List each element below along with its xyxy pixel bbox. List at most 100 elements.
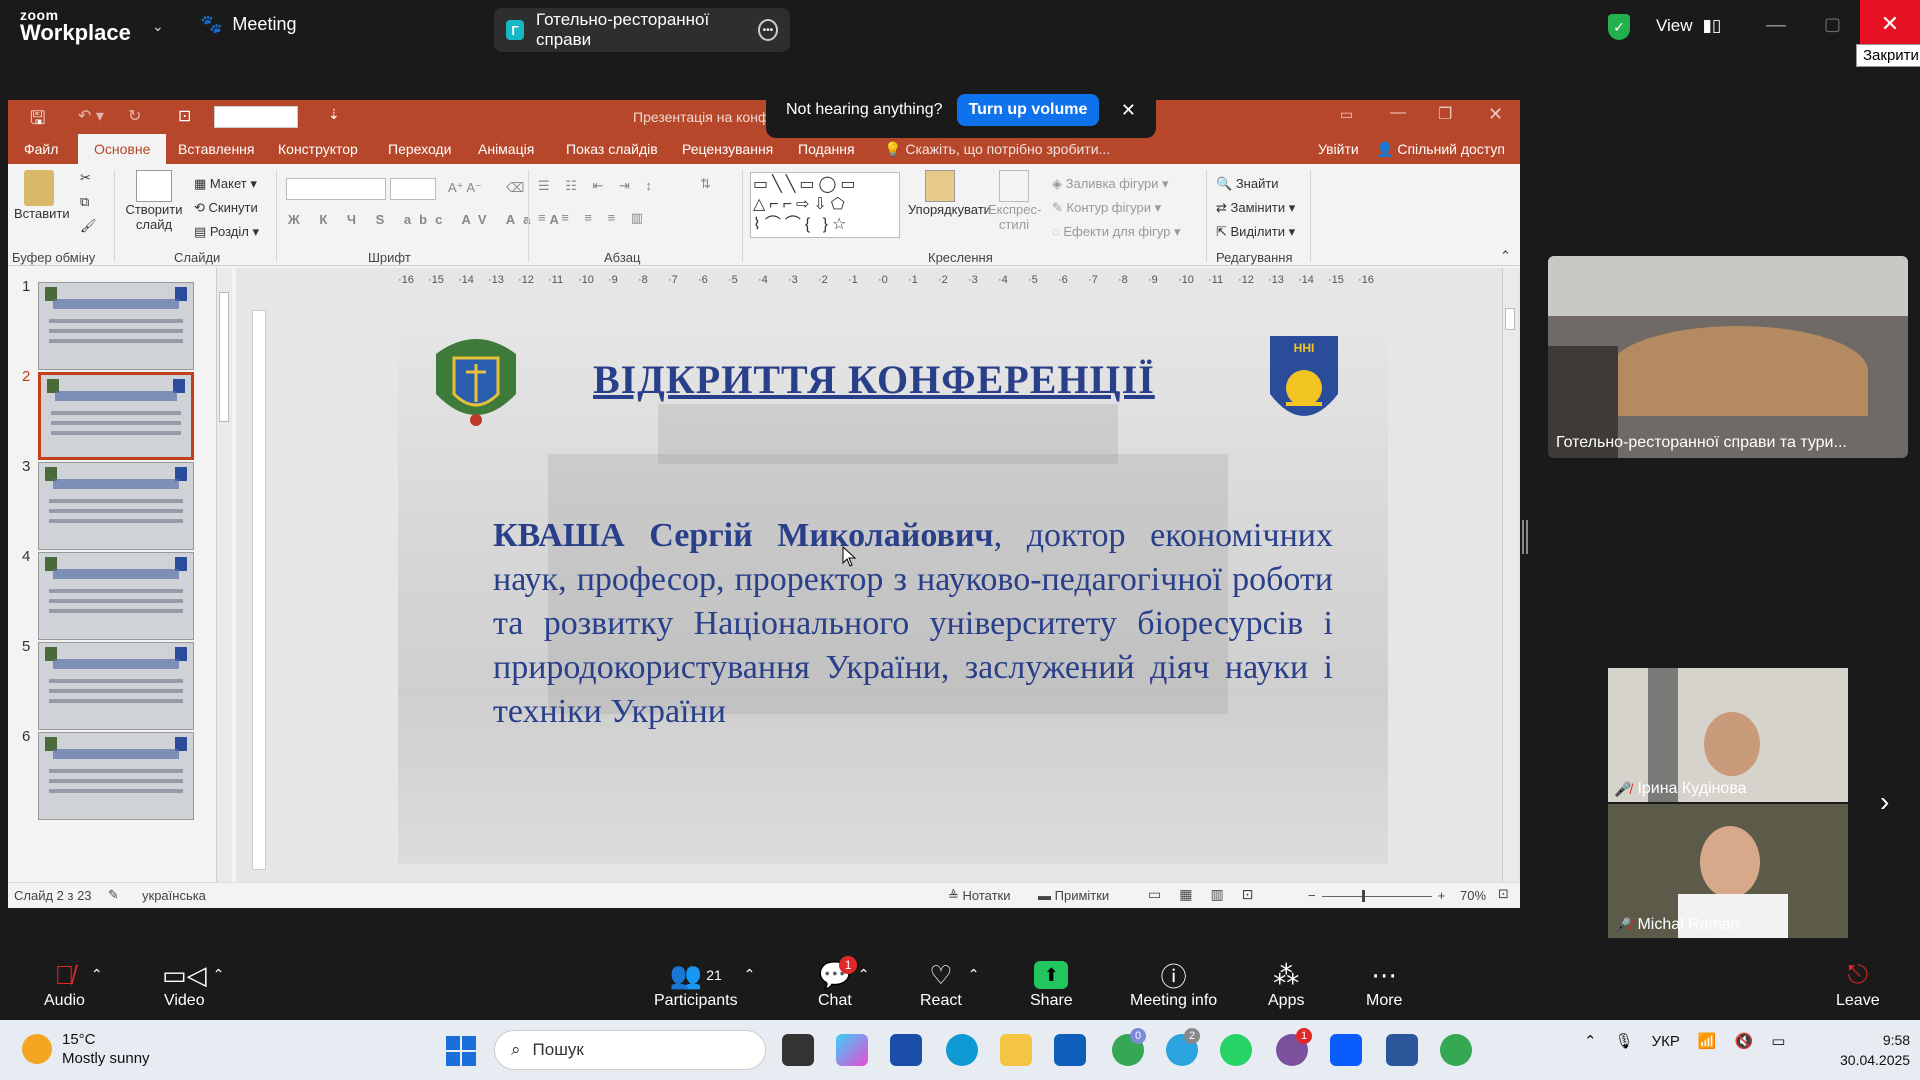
fit-slide-icon[interactable]: ⊡ [1498,886,1509,902]
taskbar-clock[interactable]: 9:58 30.04.2025 [1840,1030,1910,1070]
close-window-button[interactable]: ✕ [1860,0,1920,48]
tab-slideshow[interactable]: Показ слайдів [566,141,658,157]
panel-resize-handle[interactable] [1522,520,1528,554]
audio-options-caret-icon[interactable]: ⌃ [91,966,103,983]
clear-format-icon[interactable]: ⌫ [506,180,524,196]
shape-fill-button[interactable]: ◈ Заливка фігури ▾ [1052,172,1180,196]
edge-icon[interactable] [946,1034,978,1066]
shape-outline-button[interactable]: ✎ Контур фігури ▾ [1052,196,1180,220]
new-slide-button[interactable]: Створити слайд [122,170,186,232]
slide-thumbnail[interactable] [38,642,194,730]
store-icon[interactable] [890,1034,922,1066]
tab-review[interactable]: Рецензування [682,141,773,157]
apps-button[interactable]: ⁂ Apps [1268,958,1304,1010]
reset-button[interactable]: ⟲ Скинути [194,196,259,220]
undo-icon[interactable]: ↶ ▾ [78,106,104,126]
paste-button[interactable]: Вставити [14,170,70,221]
section-button[interactable]: ▤ Розділ ▾ [194,220,259,244]
view-button[interactable]: View ▮▯ [1656,16,1721,36]
video-button[interactable]: ▭◁ Video ⌃ [162,958,224,1010]
tab-view[interactable]: Подання [798,141,855,157]
start-button[interactable] [446,1036,476,1066]
next-page-arrow-icon[interactable]: › [1880,786,1889,818]
chrome-profile-icon[interactable] [1440,1034,1472,1066]
slide-thumbnail[interactable] [38,282,194,370]
chat-caret-icon[interactable]: ⌃ [858,966,870,983]
select-button[interactable]: ⇱ Виділити ▾ [1216,220,1295,244]
video-tile-room[interactable]: Готельно-ресторанної справи та тури... [1548,256,1908,458]
shapes-gallery[interactable]: ▭╲╲▭◯▭ △⌐⌐⇨⇩⬠ ⌇⌒⌒{ }☆ [750,172,900,238]
outlook-icon[interactable] [1054,1034,1086,1066]
copy-icon[interactable]: ⧉ [80,194,89,210]
current-slide[interactable]: ННІ ВІДКРИТТЯ КОНФЕРЕНЦІЇ КВАША Сергій М… [398,304,1388,864]
find-button[interactable]: 🔍 Знайти [1216,172,1295,196]
chevron-down-icon[interactable]: ⌄ [152,18,164,35]
wifi-icon[interactable]: 📶 [1698,1032,1717,1050]
font-family-select[interactable] [286,178,386,200]
maximize-button[interactable]: ▢ [1824,14,1841,35]
participants-button[interactable]: 👥 21 Participants ⌃ [654,958,755,1010]
tab-home[interactable]: Основне [78,134,167,164]
participants-caret-icon[interactable]: ⌃ [744,966,756,983]
share-button[interactable]: 👤 Спільний доступ [1376,141,1505,158]
redo-icon[interactable]: ↻ [128,106,141,126]
chat-button[interactable]: 💬 1 Chat ⌃ [818,956,870,1010]
video-tile-participant[interactable]: 🎤̸ Ірина Кудінова [1608,668,1848,802]
arrange-button[interactable]: Упорядкувати [908,170,991,217]
zoom-slider[interactable]: − + [1308,888,1445,903]
present-icon[interactable]: ⊡ [178,106,191,126]
leave-button[interactable]: ⎋ Leave [1836,958,1880,1010]
audio-button[interactable]: 🎙̸ Audio ⌃ [44,958,103,1010]
tell-me-search[interactable]: 💡 Скажіть, що потрібно зробити... [884,141,1110,158]
more-button[interactable]: ⋯ More [1366,958,1402,1010]
react-button[interactable]: ♡ React ⌃ [920,958,980,1010]
ppt-restore-button[interactable]: ❐ [1438,104,1452,124]
cut-icon[interactable]: ✂ [80,170,91,186]
format-painter-icon[interactable]: 🖌 [80,218,97,234]
thumbnails-scrollbar[interactable] [216,268,232,882]
meeting-info-button[interactable]: ⓘ Meeting info [1130,958,1217,1010]
font-style-icons[interactable]: Ж К Ч S abc AV Aa A [288,212,567,227]
file-explorer-icon[interactable] [1000,1034,1032,1066]
task-view-icon[interactable] [782,1034,814,1066]
sign-in-link[interactable]: Увійти [1318,141,1359,157]
quick-styles-button[interactable]: Експрес-стилі [988,170,1041,232]
microphone-in-use-icon[interactable]: 🎙 [1615,1032,1634,1050]
tab-animations[interactable]: Анімація [478,141,534,157]
align-icons[interactable]: ≡ ≡ ≡ ≡ ▥ [538,210,649,226]
volume-muted-icon[interactable]: 🔇 [1735,1032,1754,1050]
battery-icon[interactable]: ▭ [1771,1032,1785,1050]
tab-file[interactable]: Файл [24,141,58,157]
comments-button[interactable]: ▬ Примітки [1038,888,1109,903]
video-options-caret-icon[interactable]: ⌃ [213,966,225,983]
font-name-box[interactable] [214,106,298,128]
whatsapp-icon[interactable] [1220,1034,1252,1066]
taskbar-search[interactable]: ⌕ Пошук [494,1030,766,1070]
list-icons[interactable]: ☰ ☷ ⇤ ⇥ ↕ [538,178,658,194]
slide-thumbnail[interactable] [38,462,194,550]
security-shield-icon[interactable]: ✓ [1608,14,1630,40]
collapse-ribbon-icon[interactable]: ⌃ [1500,248,1511,264]
view-mode-icons[interactable]: ▭▦▥⊡ [1148,886,1271,903]
minimize-button[interactable]: — [1766,14,1786,37]
save-icon[interactable]: 🖫 [30,106,45,136]
ppt-minimize-button[interactable]: — [1390,104,1406,122]
slide-thumbnail[interactable] [38,372,194,460]
tab-design[interactable]: Конструктор [278,141,358,157]
font-size-select[interactable] [390,178,436,200]
word-icon[interactable] [1386,1034,1418,1066]
weather-widget[interactable]: 15°C Mostly sunny [22,1030,150,1068]
layout-button[interactable]: ▦ Макет ▾ [194,172,259,196]
zoom-taskbar-icon[interactable] [1330,1034,1362,1066]
show-hidden-icons[interactable]: ⌃ [1584,1032,1597,1050]
video-tile-participant[interactable]: 🎤̸ Michał Roman [1608,804,1848,938]
slide-thumbnail[interactable] [38,552,194,640]
share-screen-button[interactable]: ⬆ Share [1030,958,1073,1010]
zoom-level[interactable]: 70% [1460,888,1486,903]
copilot-icon[interactable] [836,1034,868,1066]
tab-insert[interactable]: Вставлення [178,141,255,157]
react-caret-icon[interactable]: ⌃ [968,966,980,983]
shape-effects-button[interactable]: ◌ Ефекти для фігур ▾ [1052,220,1180,244]
slide-thumbnail[interactable] [38,732,194,820]
text-direction-icon[interactable]: ⇅ [700,176,711,192]
